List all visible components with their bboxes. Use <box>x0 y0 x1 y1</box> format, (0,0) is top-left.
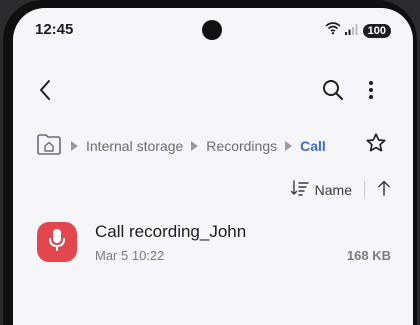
sort-by-button[interactable]: Name <box>290 179 352 201</box>
star-outline-icon <box>365 133 387 158</box>
sort-direction-button[interactable] <box>377 180 391 201</box>
search-button[interactable] <box>315 74 351 110</box>
status-icons: 100 <box>325 21 391 40</box>
status-bar: 12:45 100 <box>13 8 413 50</box>
breadcrumb-recordings[interactable]: Recordings <box>206 138 277 154</box>
wifi-icon <box>325 21 341 40</box>
sort-lines-icon <box>290 179 309 201</box>
app-bar <box>13 68 413 116</box>
status-time: 12:45 <box>35 21 74 38</box>
battery-badge: 100 <box>362 23 391 38</box>
device-bezel: 12:45 100 Internal storage Recordings Ca… <box>3 0 417 325</box>
more-options-button[interactable] <box>353 74 389 110</box>
file-name: Call recording_John <box>95 222 247 241</box>
file-type-icon <box>37 222 77 262</box>
file-list-item[interactable]: Call recording_John Mar 5 10:22 168 KB <box>35 218 391 278</box>
sort-bar: Name <box>290 178 391 202</box>
sort-divider <box>364 181 365 199</box>
sort-label: Name <box>314 182 352 198</box>
breadcrumb: Internal storage Recordings Call <box>35 130 391 162</box>
chevron-left-icon <box>38 79 52 106</box>
breadcrumb-separator-icon <box>191 141 199 151</box>
breadcrumb-internal-storage[interactable]: Internal storage <box>86 138 183 154</box>
more-vert-icon <box>368 80 374 105</box>
file-size: 168 KB <box>346 248 391 263</box>
microphone-icon <box>48 228 66 257</box>
arrow-up-icon <box>377 180 391 200</box>
front-camera <box>202 20 222 40</box>
signal-icon <box>344 22 359 40</box>
home-button[interactable] <box>35 133 63 160</box>
home-folder-icon <box>36 133 62 160</box>
search-icon <box>322 79 344 106</box>
screen: 12:45 100 Internal storage Recordings Ca… <box>13 8 413 325</box>
device-frame: 12:45 100 Internal storage Recordings Ca… <box>0 0 420 325</box>
breadcrumb-separator-icon <box>285 141 293 151</box>
file-date: Mar 5 10:22 <box>95 248 165 263</box>
favorite-button[interactable] <box>365 132 387 159</box>
breadcrumb-separator-icon <box>71 141 78 151</box>
back-button[interactable] <box>27 74 63 110</box>
breadcrumb-call[interactable]: Call <box>300 138 326 154</box>
